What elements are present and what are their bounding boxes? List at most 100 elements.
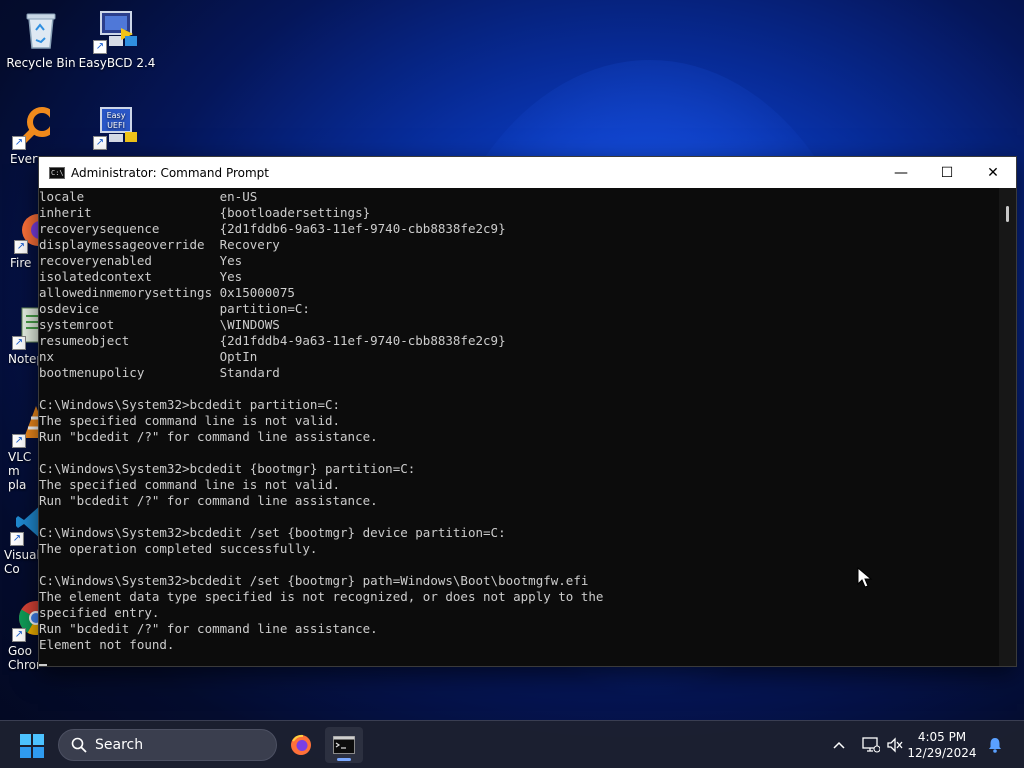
console-line: Run "bcdedit /?" for command line assist… [39,429,378,444]
search-icon [71,737,87,753]
console-line: The specified command line is not valid. [39,413,341,428]
desktop-icon-notepad[interactable]: ↗ Notep [8,304,40,366]
shortcut-arrow-icon: ↗ [93,40,107,54]
console-line: inherit {bootloadersettings} [39,205,371,220]
vscode-icon: ↗ [10,500,40,546]
network-status-button[interactable] [858,737,884,753]
console-cursor [39,664,47,666]
console-line: C:\Windows\System32>bcdedit {bootmgr} pa… [39,461,416,476]
bell-icon [989,738,1001,753]
console-line: specified entry. [39,605,160,620]
recycle-bin-icon [19,8,63,52]
mouse-pointer-icon [857,567,873,588]
close-button[interactable]: ✕ [970,157,1016,188]
easyuefi-icon: Easy UEFI ↗ [93,104,139,150]
console-scrollbar[interactable] [999,188,1016,666]
taskbar-search-box[interactable]: Search [58,729,277,761]
console-line: C:\Windows\System32>bcdedit /set {bootmg… [39,573,589,588]
taskbar: Search 4:05 PM 12/29/2024 [0,720,1024,768]
clock-time: 4:05 PM [917,730,967,744]
chrome-icon: ↗ [12,596,40,642]
maximize-button[interactable]: ☐ [924,157,970,188]
cmd-app-icon: C:\ [49,166,65,179]
search-placeholder: Search [95,737,144,753]
console-line: displaymessageoverride Recovery [39,237,280,252]
shortcut-arrow-icon: ↗ [93,136,107,150]
window-titlebar[interactable]: C:\ Administrator: Command Prompt — ☐ ✕ [39,157,1016,188]
clock-date: 12/29/2024 [907,746,977,760]
console-line: Run "bcdedit /?" for command line assist… [39,493,378,508]
chevron-up-icon [833,741,845,749]
shortcut-arrow-icon: ↗ [12,136,26,150]
window-controls: — ☐ ✕ [878,157,1016,188]
magnifier-icon: ↗ [12,104,50,150]
desktop-icon-label: Notep [8,352,40,366]
minimize-button[interactable]: — [878,157,924,188]
shortcut-arrow-icon: ↗ [12,434,26,448]
window-title: Administrator: Command Prompt [71,165,269,180]
close-icon: ✕ [987,164,999,181]
console-line: C:\Windows\System32>bcdedit /set {bootmg… [39,525,506,540]
notepad-icon: ↗ [12,304,40,350]
notification-center-button[interactable] [986,721,1004,768]
console-line: Run "bcdedit /?" for command line assist… [39,621,378,636]
taskbar-command-prompt-button[interactable] [325,727,363,763]
easybcd-icon: ↗ [93,8,139,54]
shortcut-arrow-icon: ↗ [10,532,24,546]
shortcut-arrow-icon: ↗ [14,240,28,254]
console-line: recoveryenabled Yes [39,253,243,268]
console-line: allowedinmemorysettings 0x15000075 [39,285,295,300]
desktop-icon-label: EasyBCD 2.4 [78,56,156,70]
desktop-icon-label: Goo Chrome [8,644,40,672]
console-line: C:\Windows\System32>bcdedit partition=C: [39,397,341,412]
desktop-icon-label: Visual Co [4,548,40,576]
console-line: recoverysequence {2d1fddb6-9a63-11ef-974… [39,221,506,236]
taskbar-clock[interactable]: 4:05 PM 12/29/2024 [902,729,982,761]
desktop-icon-vscode[interactable]: ↗ Visual Co [4,500,40,576]
console-line: osdevice partition=C: [39,301,310,316]
console-line: systemroot \WINDOWS [39,317,280,332]
desktop-icon-chrome[interactable]: ↗ Goo Chrome [8,596,40,672]
console-line: isolatedcontext Yes [39,269,243,284]
console-line: Element not found. [39,637,175,652]
system-tray [828,721,906,768]
network-icon [862,737,880,753]
start-button[interactable] [20,734,44,758]
console-line: nx OptIn [39,349,258,364]
scrollbar-thumb[interactable] [1006,206,1009,222]
console-line: locale en-US [39,189,258,204]
cmd-terminal-icon [333,736,355,754]
active-app-indicator [337,758,351,761]
desktop-icon-easybcd[interactable]: ↗ EasyBCD 2.4 [76,8,158,70]
console-line: The element data type specified is not r… [39,589,604,604]
vlc-cone-icon: ↗ [12,402,40,448]
console-line: bootmenupolicy Standard [39,365,280,380]
desktop-icon-easyuefi[interactable]: Easy UEFI ↗ [76,104,158,152]
console-line: resumeobject {2d1fddb4-9a63-11ef-9740-cb… [39,333,506,348]
desktop-icon-label: Fire [10,256,32,270]
svg-text:Easy: Easy [107,111,126,120]
command-prompt-window[interactable]: C:\ Administrator: Command Prompt — ☐ ✕ … [38,156,1017,667]
shortcut-arrow-icon: ↗ [12,628,26,642]
taskbar-firefox-button[interactable] [282,727,320,763]
desktop-icon-vlc[interactable]: ↗ VLC m pla [8,402,40,492]
firefox-icon [291,734,311,755]
firefox-icon: ↗ [14,208,40,254]
minimize-icon: — [894,164,908,181]
desktop-icon-firefox[interactable]: ↗ Fire [10,208,40,270]
desktop-icon-label: VLC m pla [8,450,32,492]
svg-text:UEFI: UEFI [107,121,125,130]
maximize-icon: ☐ [940,164,954,181]
shortcut-arrow-icon: ↗ [12,336,26,350]
desktop-icon-label: Recycle Bin [6,56,76,70]
console-line: The operation completed successfully. [39,541,318,556]
console-line: The specified command line is not valid. [39,477,341,492]
show-hidden-icons-button[interactable] [828,741,850,749]
windows-logo-icon [20,734,44,758]
console-output[interactable]: locale en-US inherit {bootloadersettings}… [39,188,999,666]
desktop-icon-recycle-bin[interactable]: Recycle Bin [0,8,82,70]
